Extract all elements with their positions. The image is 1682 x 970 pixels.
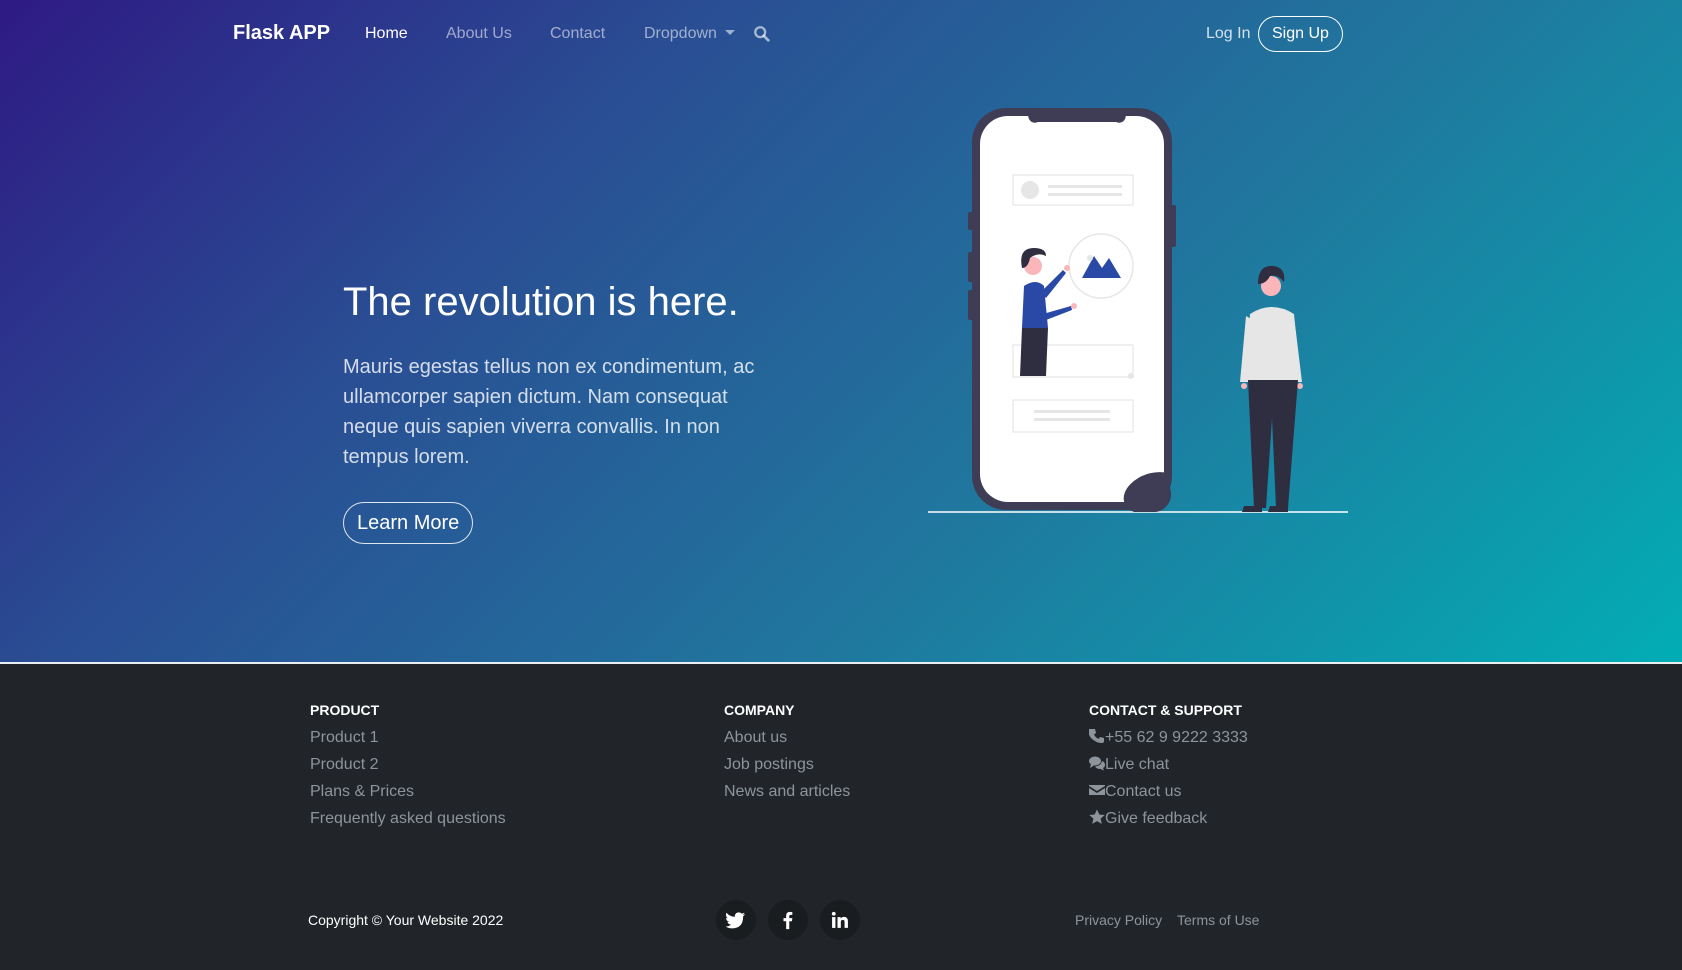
footer-support-heading: CONTACT & SUPPORT: [1089, 702, 1242, 718]
footer-link-live-chat[interactable]: Live chat: [1089, 751, 1248, 778]
signup-button[interactable]: Sign Up: [1258, 16, 1343, 52]
hero-section: Flask APP Home About Us Contact Dropdown…: [0, 0, 1682, 664]
footer-product-column: PRODUCT Product 1 Product 2 Plans & Pric…: [310, 702, 506, 832]
person-with-phone-illustration: [928, 108, 1348, 513]
phone-icon: [1088, 729, 1104, 743]
twitter-icon: [726, 912, 746, 929]
nav-link-home[interactable]: Home: [365, 25, 408, 43]
caret-down-icon: [724, 30, 735, 35]
login-link[interactable]: Log In: [1206, 25, 1250, 43]
linkedin-icon: [831, 911, 848, 928]
footer-product-heading: PRODUCT: [310, 702, 380, 718]
footer-link-plans[interactable]: Plans & Prices: [310, 778, 506, 805]
footer: PRODUCT Product 1 Product 2 Plans & Pric…: [0, 666, 1682, 970]
hero-title: The revolution is here.: [343, 280, 739, 324]
search-icon[interactable]: [753, 25, 771, 43]
privacy-policy-link[interactable]: Privacy Policy: [1075, 912, 1162, 928]
envelope-icon: [1089, 785, 1105, 795]
footer-link-about[interactable]: About us: [724, 724, 850, 751]
hero-lead: Mauris egestas tellus non ex condimentum…: [343, 356, 755, 468]
footer-link-faq[interactable]: Frequently asked questions: [310, 805, 506, 832]
footer-link-feedback[interactable]: Give feedback: [1089, 805, 1248, 832]
footer-company-column: COMPANY About us Job postings News and a…: [724, 702, 850, 805]
footer-link-product-1[interactable]: Product 1: [310, 724, 506, 751]
learn-more-button[interactable]: Learn More: [343, 502, 474, 544]
footer-company-heading: COMPANY: [724, 702, 795, 718]
nav-link-about[interactable]: About Us: [446, 25, 512, 43]
facebook-icon: [783, 911, 793, 930]
footer-link-jobs[interactable]: Job postings: [724, 751, 850, 778]
footer-link-phone[interactable]: +55 62 9 9222 3333: [1088, 724, 1248, 751]
nav-dropdown-label: Dropdown: [644, 25, 717, 42]
facebook-button[interactable]: [768, 900, 808, 940]
footer-link-news[interactable]: News and articles: [724, 778, 850, 805]
footer-link-contact[interactable]: Contact us: [1089, 778, 1248, 805]
star-icon: [1089, 809, 1105, 824]
linkedin-button[interactable]: [820, 900, 860, 940]
nav-dropdown-toggle[interactable]: Dropdown: [644, 25, 735, 43]
twitter-button[interactable]: [716, 900, 756, 940]
contact-label: Contact us: [1105, 783, 1182, 800]
brand-logo[interactable]: Flask APP: [233, 22, 330, 45]
nav-link-contact[interactable]: Contact: [550, 25, 605, 43]
live-chat-label: Live chat: [1105, 756, 1170, 773]
footer-support-column: CONTACT & SUPPORT +55 62 9 9222 3333 Liv…: [1088, 702, 1248, 832]
chat-icon: [1089, 756, 1105, 771]
copyright-text: Copyright © Your Website 2022: [308, 912, 504, 928]
terms-of-use-link[interactable]: Terms of Use: [1177, 912, 1259, 928]
footer-link-product-2[interactable]: Product 2: [310, 751, 506, 778]
phone-number: +55 62 9 9222 3333: [1105, 729, 1248, 746]
feedback-label: Give feedback: [1105, 810, 1208, 827]
navbar: Flask APP Home About Us Contact Dropdown…: [0, 0, 1682, 68]
